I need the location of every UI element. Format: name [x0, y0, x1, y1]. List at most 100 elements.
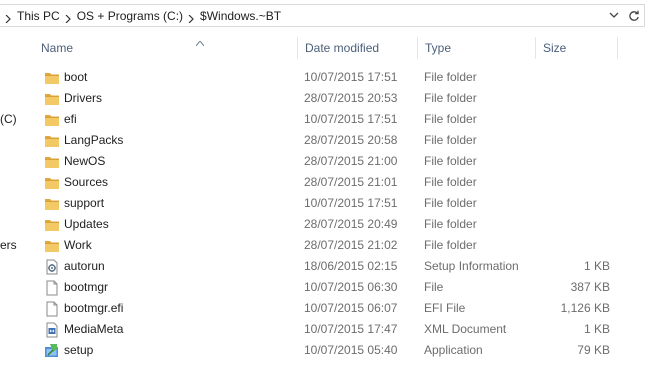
column-header-type[interactable]: Type — [418, 37, 536, 59]
file-row[interactable]: Sources 28/07/2015 21:01 File folder — [34, 172, 618, 193]
file-row[interactable]: autorun 18/06/2015 02:15 Setup Information… — [34, 256, 618, 277]
folder-icon — [44, 154, 60, 170]
chevron-right-icon[interactable] — [4, 12, 12, 23]
blank-file-icon — [44, 280, 60, 296]
file-row[interactable]: Drivers 28/07/2015 20:53 File folder — [34, 88, 618, 109]
file-date-modified: 10/07/2015 17:51 — [304, 196, 398, 210]
file-type: File folder — [424, 154, 477, 168]
file-date-modified: 18/06/2015 02:15 — [304, 259, 398, 273]
folder-icon — [44, 175, 60, 191]
breadcrumb-drive[interactable]: OS + Programs (C:) — [77, 9, 183, 23]
file-name: MediaMeta — [64, 322, 124, 336]
file-name: NewOS — [64, 154, 106, 168]
file-name-cell[interactable]: boot — [44, 67, 294, 88]
chevron-right-icon[interactable] — [187, 12, 195, 23]
file-row[interactable]: setup 10/07/2015 05:40 Application 79 KB — [34, 340, 618, 361]
navigation-pane[interactable]: (C) ers — [0, 27, 22, 380]
file-size: 1 KB — [583, 259, 610, 273]
file-date-modified: 10/07/2015 17:47 — [304, 322, 398, 336]
breadcrumb-this-pc[interactable]: This PC — [17, 9, 60, 23]
column-header-size[interactable]: Size — [536, 37, 618, 59]
file-name: efi — [64, 112, 77, 126]
file-type: Setup Information — [424, 259, 519, 273]
file-type: File folder — [424, 112, 477, 126]
file-name-cell[interactable]: support — [44, 193, 294, 214]
file-type: File folder — [424, 91, 477, 105]
column-header-date-modified[interactable]: Date modified — [298, 37, 418, 59]
blank-file-icon — [44, 301, 60, 317]
file-size: 387 KB — [570, 280, 610, 294]
nav-item-drive-fragment[interactable]: (C) — [0, 112, 17, 126]
file-row[interactable]: NewOS 28/07/2015 21:00 File folder — [34, 151, 618, 172]
file-date-modified: 28/07/2015 20:49 — [304, 217, 398, 231]
file-date-modified: 10/07/2015 06:30 — [304, 280, 398, 294]
file-name-cell[interactable]: Work — [44, 235, 294, 256]
file-type: XML Document — [424, 322, 507, 336]
xml-file-icon — [44, 322, 60, 338]
file-name-cell[interactable]: MediaMeta — [44, 319, 294, 340]
folder-icon — [44, 70, 60, 86]
file-name: Drivers — [64, 91, 102, 105]
file-type: File folder — [424, 217, 477, 231]
file-name-cell[interactable]: bootmgr.efi — [44, 298, 294, 319]
file-row[interactable]: MediaMeta 10/07/2015 17:47 XML Document 1 K… — [34, 319, 618, 340]
breadcrumb-current-folder[interactable]: $Windows.~BT — [200, 9, 281, 23]
file-name-cell[interactable]: Drivers — [44, 88, 294, 109]
file-name-cell[interactable]: NewOS — [44, 151, 294, 172]
file-name: LangPacks — [64, 133, 124, 147]
file-row[interactable]: LangPacks 28/07/2015 20:58 File folder — [34, 130, 618, 151]
folder-icon — [44, 217, 60, 233]
file-name: autorun — [64, 259, 105, 273]
folder-icon — [44, 133, 60, 149]
file-name: bootmgr.efi — [64, 301, 124, 315]
file-row[interactable]: efi 10/07/2015 17:51 File folder — [34, 109, 618, 130]
file-name-cell[interactable]: Sources — [44, 172, 294, 193]
chevron-down-icon — [609, 12, 619, 18]
setup-app-icon — [44, 343, 60, 359]
nav-item-fragment[interactable]: ers — [0, 238, 17, 252]
file-name: support — [64, 196, 105, 210]
file-row[interactable]: Work 28/07/2015 21:02 File folder — [34, 235, 618, 256]
file-type: File folder — [424, 70, 477, 84]
file-name-cell[interactable]: Updates — [44, 214, 294, 235]
folder-icon — [44, 112, 60, 128]
file-row[interactable]: bootmgr.efi 10/07/2015 06:07 EFI File 1,126… — [34, 298, 618, 319]
address-bar[interactable]: This PC OS + Programs (C:) $Windows.~BT — [0, 4, 645, 27]
file-row[interactable]: bootmgr 10/07/2015 06:30 File 387 KB — [34, 277, 618, 298]
address-dropdown-button[interactable] — [604, 5, 624, 26]
folder-icon — [44, 91, 60, 107]
column-header-row: Name Date modified Type Size — [34, 37, 618, 60]
file-date-modified: 10/07/2015 17:51 — [304, 112, 398, 126]
file-list: boot 10/07/2015 17:51 File folder Drivers 28… — [34, 67, 618, 361]
file-type: File folder — [424, 196, 477, 210]
file-date-modified: 28/07/2015 21:00 — [304, 154, 398, 168]
file-date-modified: 28/07/2015 20:53 — [304, 91, 398, 105]
file-name: bootmgr — [64, 280, 109, 294]
file-name-cell[interactable]: LangPacks — [44, 130, 294, 151]
file-name-cell[interactable]: autorun — [44, 256, 294, 277]
file-row[interactable]: Updates 28/07/2015 20:49 File folder — [34, 214, 618, 235]
folder-icon — [44, 196, 60, 212]
refresh-button[interactable] — [624, 5, 644, 26]
file-name-cell[interactable]: bootmgr — [44, 277, 294, 298]
file-name: Work — [64, 238, 92, 252]
file-date-modified: 10/07/2015 17:51 — [304, 70, 398, 84]
column-header-name[interactable]: Name — [34, 37, 298, 59]
file-name: boot — [64, 70, 88, 84]
file-size: 1,126 KB — [560, 301, 610, 315]
file-row[interactable]: support 10/07/2015 17:51 File folder — [34, 193, 618, 214]
file-type: File folder — [424, 238, 477, 252]
folder-icon — [44, 238, 60, 254]
file-type: File folder — [424, 175, 477, 189]
file-name: setup — [64, 343, 94, 357]
file-type: Application — [424, 343, 483, 357]
file-name-cell[interactable]: efi — [44, 109, 294, 130]
file-date-modified: 28/07/2015 21:02 — [304, 238, 398, 252]
chevron-right-icon[interactable] — [64, 12, 72, 23]
file-size: 1 KB — [583, 322, 610, 336]
file-type: File folder — [424, 133, 477, 147]
file-name-cell[interactable]: setup — [44, 340, 294, 361]
file-date-modified: 10/07/2015 06:07 — [304, 301, 398, 315]
file-row[interactable]: boot 10/07/2015 17:51 File folder — [34, 67, 618, 88]
file-type: EFI File — [424, 301, 466, 315]
